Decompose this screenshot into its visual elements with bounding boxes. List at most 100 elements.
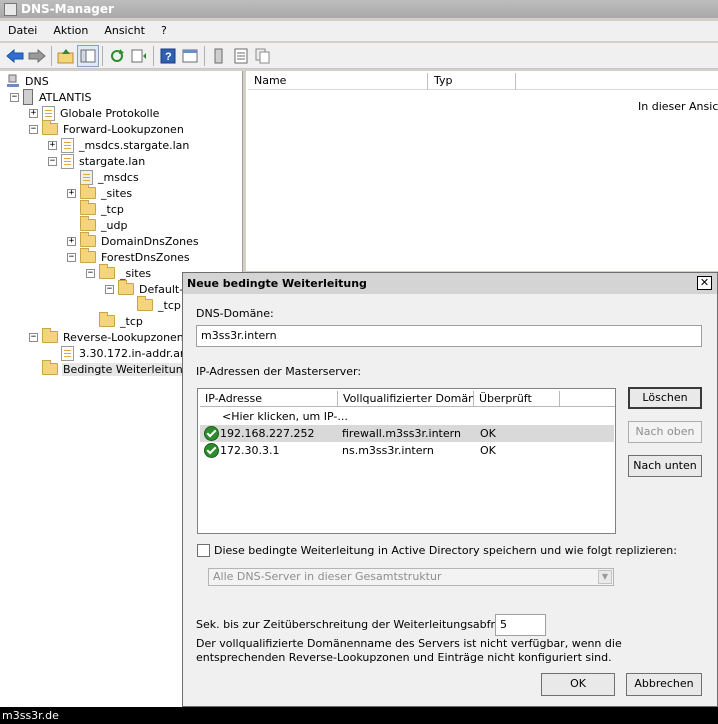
tree-item-reverse-zones[interactable]: − Reverse-Lookupzonen [29,328,185,345]
collapse-icon[interactable]: − [86,268,95,278]
details-pane[interactable]: Name Typ In dieser Ansicht [246,71,718,271]
timeout-field[interactable]: 5 [495,614,546,636]
menu-ansicht[interactable]: Ansicht [96,22,153,40]
ok-button[interactable]: OK [541,673,615,696]
tree-item-forestdnszones[interactable]: − ForestDnsZones [67,248,191,265]
refresh-icon[interactable] [106,45,128,67]
move-up-button[interactable]: Nach oben [628,421,702,443]
help-icon[interactable]: ? [157,45,179,67]
tree-item-sites[interactable]: + _sites [67,184,133,201]
folder-icon [99,264,115,279]
zone-icon [61,345,74,361]
cancel-button[interactable]: Abbrechen [626,673,702,696]
expand-icon[interactable]: + [67,188,76,198]
export-icon[interactable] [128,45,150,67]
toolbar-separator [51,45,52,66]
back-arrow-icon[interactable] [4,45,26,67]
toolbar-separator [153,45,154,66]
menu-aktion[interactable]: Aktion [45,22,96,40]
tree-label: _sites [120,266,152,280]
tree-item-site-tcp[interactable]: _tcp [124,296,182,313]
menu-help[interactable]: ? [153,22,175,40]
add-ip-placeholder[interactable]: <Hier klicken, um IP-... [222,408,348,425]
column-header-filler [516,73,718,90]
close-icon[interactable]: ✕ [697,276,712,290]
tree-label: _msdcs [98,170,139,184]
server-icon [23,89,33,105]
tree-item-forest-tcp[interactable]: _tcp [86,312,144,329]
copy-icon[interactable] [252,45,274,67]
folder-icon [80,200,96,215]
status-text: m3ss3r.de [2,709,59,722]
console-tree-icon[interactable] [77,44,99,67]
folder-icon [42,328,58,343]
column-header-name[interactable]: Name [248,73,428,90]
dialog-title: Neue bedingte Weiterleitung [187,277,367,290]
conditional-forwarder-dialog: Neue bedingte Weiterleitung ✕ DNS-Domäne… [182,272,718,707]
properties-icon[interactable] [179,45,201,67]
collapse-icon[interactable]: − [48,156,57,166]
expand-icon[interactable]: + [48,140,57,150]
server-icon[interactable] [208,45,230,67]
tree-item-atlantis[interactable]: − ATLANTIS [10,89,92,105]
tree-item-reverse-zone[interactable]: 3.30.172.in-addr.arp [48,345,192,361]
tree-item-default-first-site[interactable]: − Default-F [105,280,191,297]
tree-item-forward-zones[interactable]: − Forward-Lookupzonen [29,120,185,137]
collapse-icon[interactable]: − [29,332,38,342]
collapse-icon[interactable]: − [10,92,19,102]
column-header-filler [560,391,615,407]
menu-datei[interactable]: Datei [0,22,45,40]
tree-item-stargate-lan[interactable]: − stargate.lan [48,153,146,169]
dialog-titlebar: Neue bedingte Weiterleitung [183,273,717,294]
log-icon [42,105,55,121]
tree-item-conditional-forwarders[interactable]: Bedingte Weiterleitungen [29,360,205,377]
column-header-verified[interactable]: Überprüft [474,391,560,407]
tree-item-forest-sites[interactable]: − _sites [86,264,152,281]
ip-address-cell: 192.168.227.252 [220,427,315,440]
folder-icon [42,120,58,135]
check-ok-icon [204,443,219,458]
tree-item-msdcs-zone[interactable]: + _msdcs.stargate.lan [48,137,190,153]
verified-cell: OK [480,444,496,457]
up-folder-icon[interactable] [55,45,77,67]
dns-domain-field[interactable]: m3ss3r.intern [196,325,702,347]
tree-item-msdcs[interactable]: _msdcs [67,169,140,185]
check-ok-icon [204,426,219,441]
expand-icon[interactable]: + [67,236,76,246]
expand-icon[interactable]: + [29,108,38,118]
tree-item-tcp[interactable]: _tcp [67,200,125,217]
table-row[interactable]: 172.30.3.1 ns.m3ss3r.intern OK [200,442,614,459]
ip-address-cell: 172.30.3.1 [220,444,280,457]
menu-bar: Datei Aktion Ansicht ? [0,21,718,41]
column-header-fqdn[interactable]: Vollqualifizierter Domän... [338,391,474,407]
tree-label: _sites [101,186,133,200]
column-header-ip[interactable]: IP-Adresse [200,391,338,407]
tree-item-udp[interactable]: _udp [67,216,128,233]
column-header-type[interactable]: Typ [428,73,516,90]
tree-label: _udp [101,218,128,232]
folder-icon [80,232,96,247]
replication-scope-select[interactable]: Alle DNS-Server in dieser Gesamtstruktur… [208,568,614,586]
fqdn-cell: firewall.m3ss3r.intern [342,427,461,440]
table-row[interactable]: 192.168.227.252 firewall.m3ss3r.intern O… [200,425,614,442]
delete-button[interactable]: Löschen [628,387,702,409]
master-server-table[interactable]: IP-Adresse Vollqualifizierter Domän... Ü… [197,388,616,534]
collapse-icon[interactable]: − [29,124,38,134]
tree-label: ATLANTIS [39,90,92,104]
collapse-icon[interactable]: − [67,252,76,262]
delegation-icon [80,169,93,185]
collapse-icon[interactable]: − [105,284,114,294]
list-icon[interactable] [230,45,252,67]
tree-label: _tcp [120,314,143,328]
store-in-ad-checkbox[interactable] [197,544,210,557]
forward-arrow-icon[interactable] [26,45,48,67]
add-ip-row[interactable]: <Hier klicken, um IP-... [200,408,614,425]
tree-item-dns[interactable]: DNS [6,73,50,89]
move-down-button[interactable]: Nach unten [628,455,702,477]
folder-icon [99,312,115,327]
tree-item-domaindnszones[interactable]: + DomainDnsZones [67,232,200,249]
tree-item-global-logs[interactable]: + Globale Protokolle [29,105,160,121]
